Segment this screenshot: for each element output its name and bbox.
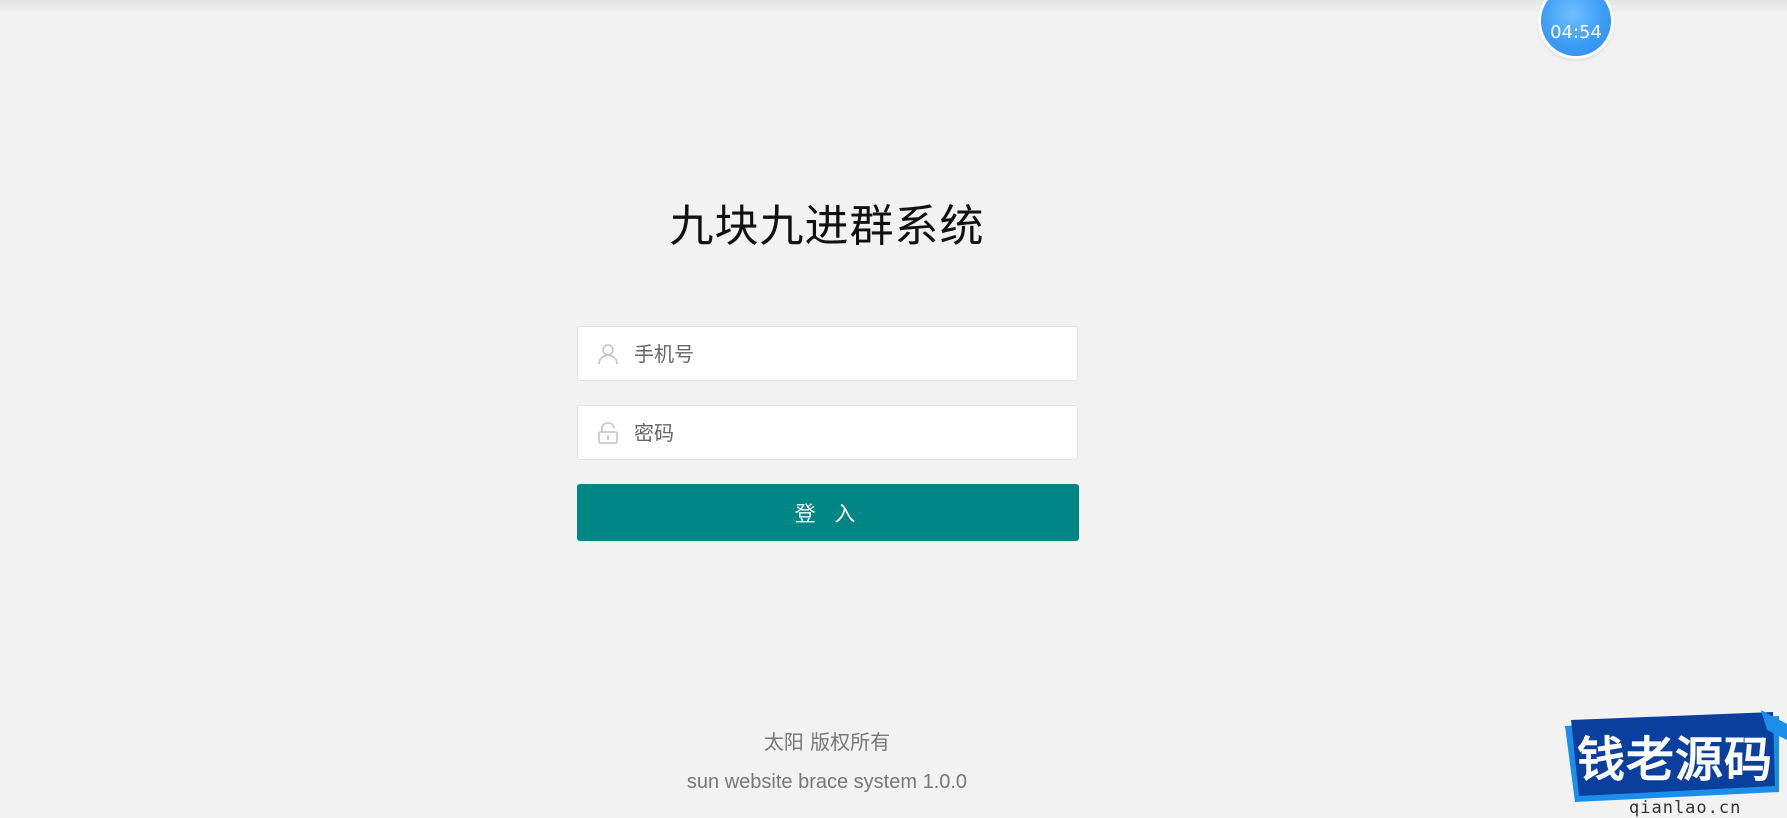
watermark-logo: 钱老源码 qianlao.cn: [1561, 710, 1787, 818]
login-page: 04:54 九块九进群系统 登 入 太阳 版权所有 sun website br…: [0, 0, 1787, 818]
login-button[interactable]: 登 入: [577, 484, 1079, 541]
timer-text: 04:54: [1550, 21, 1602, 43]
countdown-timer-badge[interactable]: 04:54: [1541, 0, 1611, 56]
page-title: 九块九进群系统: [669, 201, 985, 252]
version-text: sun website brace system 1.0.0: [686, 771, 968, 793]
user-icon: [596, 342, 620, 366]
password-input[interactable]: [634, 406, 1064, 459]
copyright-text: 太阳 版权所有: [763, 730, 891, 754]
password-field[interactable]: [577, 405, 1078, 460]
watermark-url: qianlao.cn: [1629, 798, 1742, 818]
watermark-text: 钱老源码: [1576, 732, 1773, 788]
lock-icon: [596, 421, 620, 445]
phone-input[interactable]: [634, 327, 1064, 380]
phone-field[interactable]: [577, 326, 1078, 381]
top-edge-shadow: [0, 0, 1787, 14]
